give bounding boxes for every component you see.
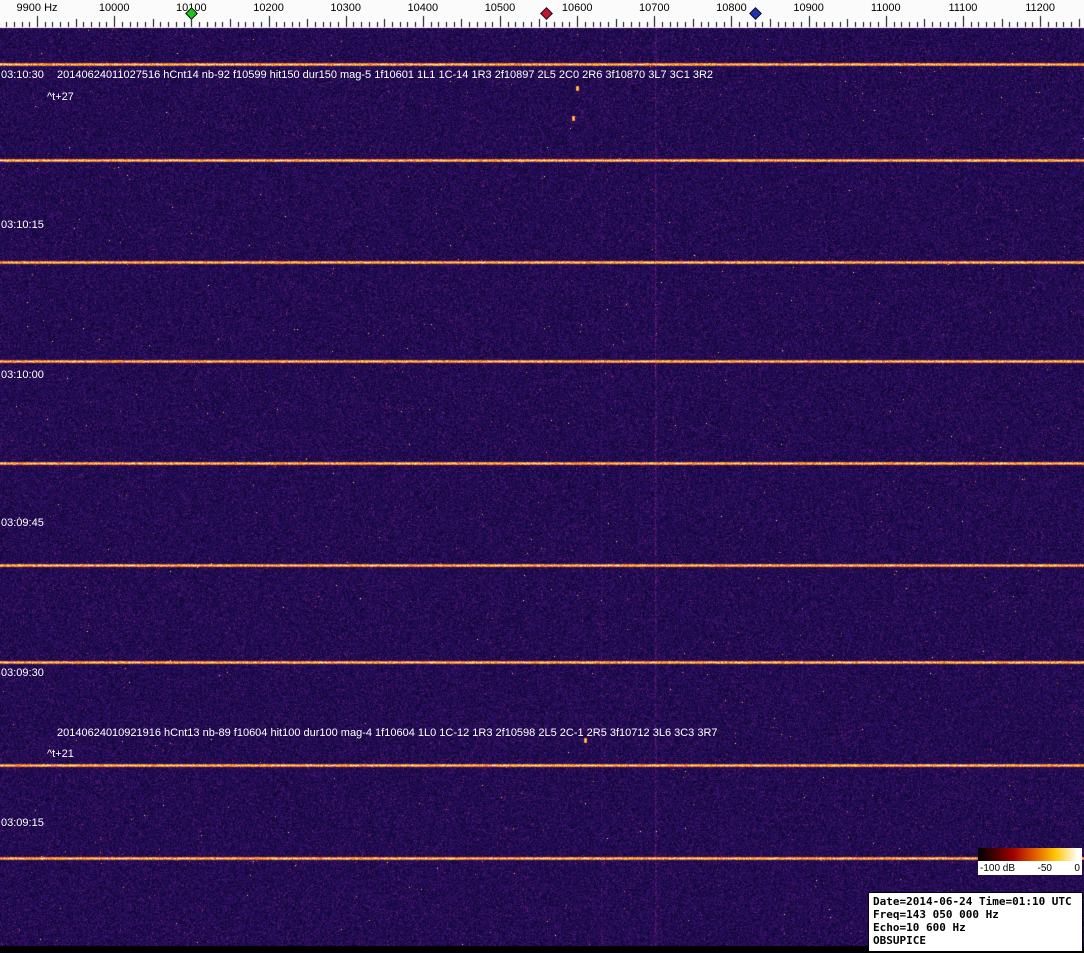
meteor-spectrogram-screen: 9900 Hz100001010010200103001040010500106… — [0, 0, 1084, 953]
info-echo-line: Echo=10 600 Hz — [873, 921, 966, 934]
ruler-label-10700: 10700 — [639, 2, 670, 14]
detection-annotation-1: ^t+27 — [47, 91, 74, 103]
ruler-label-9900: 9900 Hz — [16, 2, 58, 14]
ruler-label-10800: 10800 — [716, 2, 747, 14]
detection-annotation-2: 20140624010921916 hCnt13 nb-89 f10604 hi… — [57, 727, 718, 739]
legend-mid-label: -50 — [1037, 862, 1052, 874]
info-date-line: Date=2014-06-24 Time=01:10 UTC — [873, 895, 1072, 908]
ruler-label-10500: 10500 — [484, 2, 516, 14]
color-scale-gradient — [978, 848, 1082, 861]
time-label-031000: 03:10:00 — [1, 369, 44, 381]
observation-info-box: Date=2014-06-24 Time=01:10 UTC Freq=143 … — [868, 892, 1083, 952]
spectrogram-canvas — [0, 0, 1084, 953]
ruler-label-11000: 11000 — [870, 2, 901, 14]
ruler-label-10200: 10200 — [253, 2, 284, 14]
ruler-label-10600: 10600 — [561, 2, 593, 14]
time-label-031015: 03:10:15 — [1, 219, 44, 231]
db-scale-labels: -100 dB -50 0 — [978, 861, 1082, 875]
info-freq-line: Freq=143 050 000 Hz — [873, 908, 999, 921]
time-label-030915: 03:09:15 — [1, 817, 44, 829]
ruler-label-11200: 11200 — [1025, 2, 1055, 14]
ruler-label-10900: 10900 — [793, 2, 824, 14]
time-label-030930: 03:09:30 — [1, 667, 44, 679]
time-label-031030: 03:10:30 — [1, 69, 44, 81]
time-label-030945: 03:09:45 — [1, 517, 44, 529]
ruler-label-10300: 10300 — [330, 2, 361, 14]
ruler-label-10400: 10400 — [407, 2, 439, 14]
ruler-label-10000: 10000 — [98, 2, 130, 14]
db-scale-legend: -100 dB -50 0 — [978, 848, 1082, 875]
info-station-line: OBSUPICE — [873, 934, 926, 947]
detection-annotation-0: 20140624011027516 hCnt14 nb-92 f10599 hi… — [57, 69, 714, 81]
legend-min-label: -100 dB — [980, 862, 1016, 874]
ruler-label-11100: 11100 — [948, 2, 978, 14]
legend-max-label: 0 — [1074, 862, 1080, 874]
detection-annotation-3: ^t+21 — [47, 748, 74, 760]
